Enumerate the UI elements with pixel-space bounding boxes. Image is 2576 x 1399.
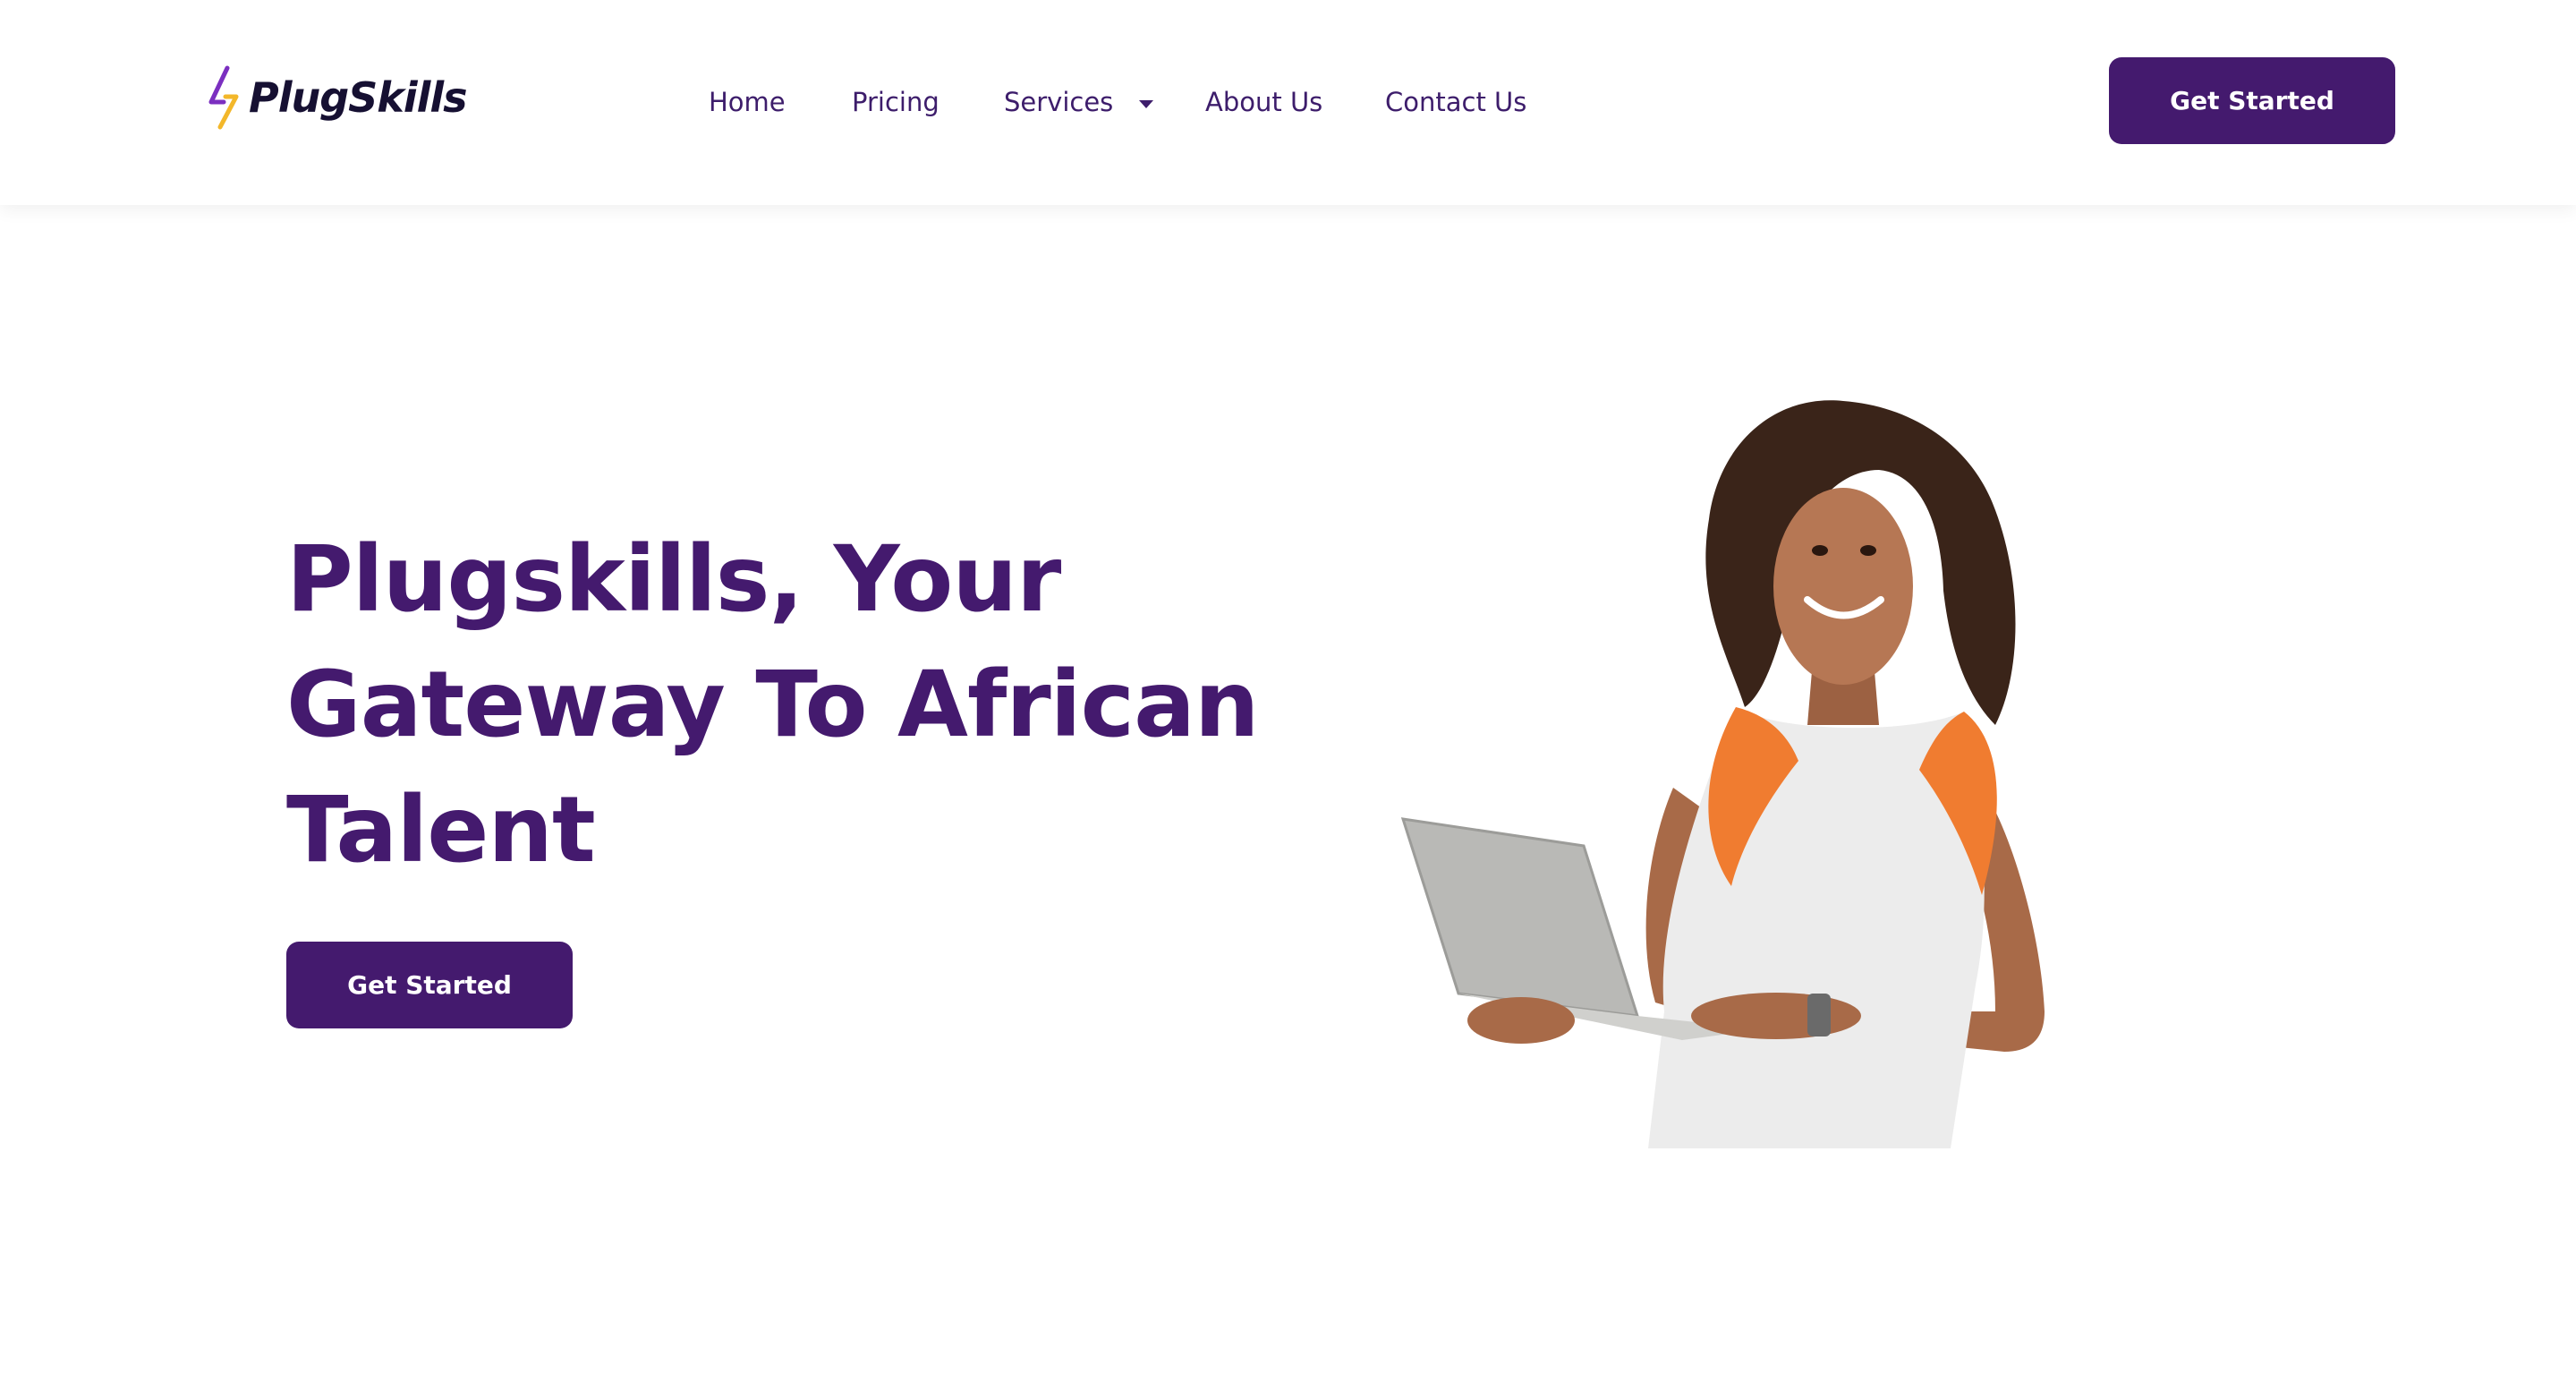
nav-item-pricing[interactable]: Pricing (852, 79, 939, 125)
site-header: PlugSkills Home Pricing Services About U… (0, 0, 2576, 205)
header-get-started-button[interactable]: Get Started (2109, 57, 2395, 144)
nav-item-services-label: Services (1004, 87, 1114, 117)
caret-down-icon (1138, 100, 1153, 108)
woman-with-laptop-illustration (1400, 400, 2045, 1148)
brand-logo[interactable]: PlugSkills (204, 64, 468, 131)
nav-item-contact-us[interactable]: Contact Us (1385, 79, 1526, 125)
brand-name: PlugSkills (249, 73, 468, 122)
hero-get-started-button[interactable]: Get Started (286, 942, 573, 1028)
hero-title: Plugskills, Your Gateway To African Tale… (286, 526, 1260, 883)
lightning-bolt-icon (208, 65, 239, 130)
nav-item-home[interactable]: Home (709, 79, 786, 125)
nav-item-services[interactable]: Services (1004, 79, 1154, 125)
hero-image (1378, 385, 2094, 1148)
landing-page: PlugSkills Home Pricing Services About U… (0, 0, 2576, 1399)
nav-item-about-us[interactable]: About Us (1205, 79, 1322, 125)
